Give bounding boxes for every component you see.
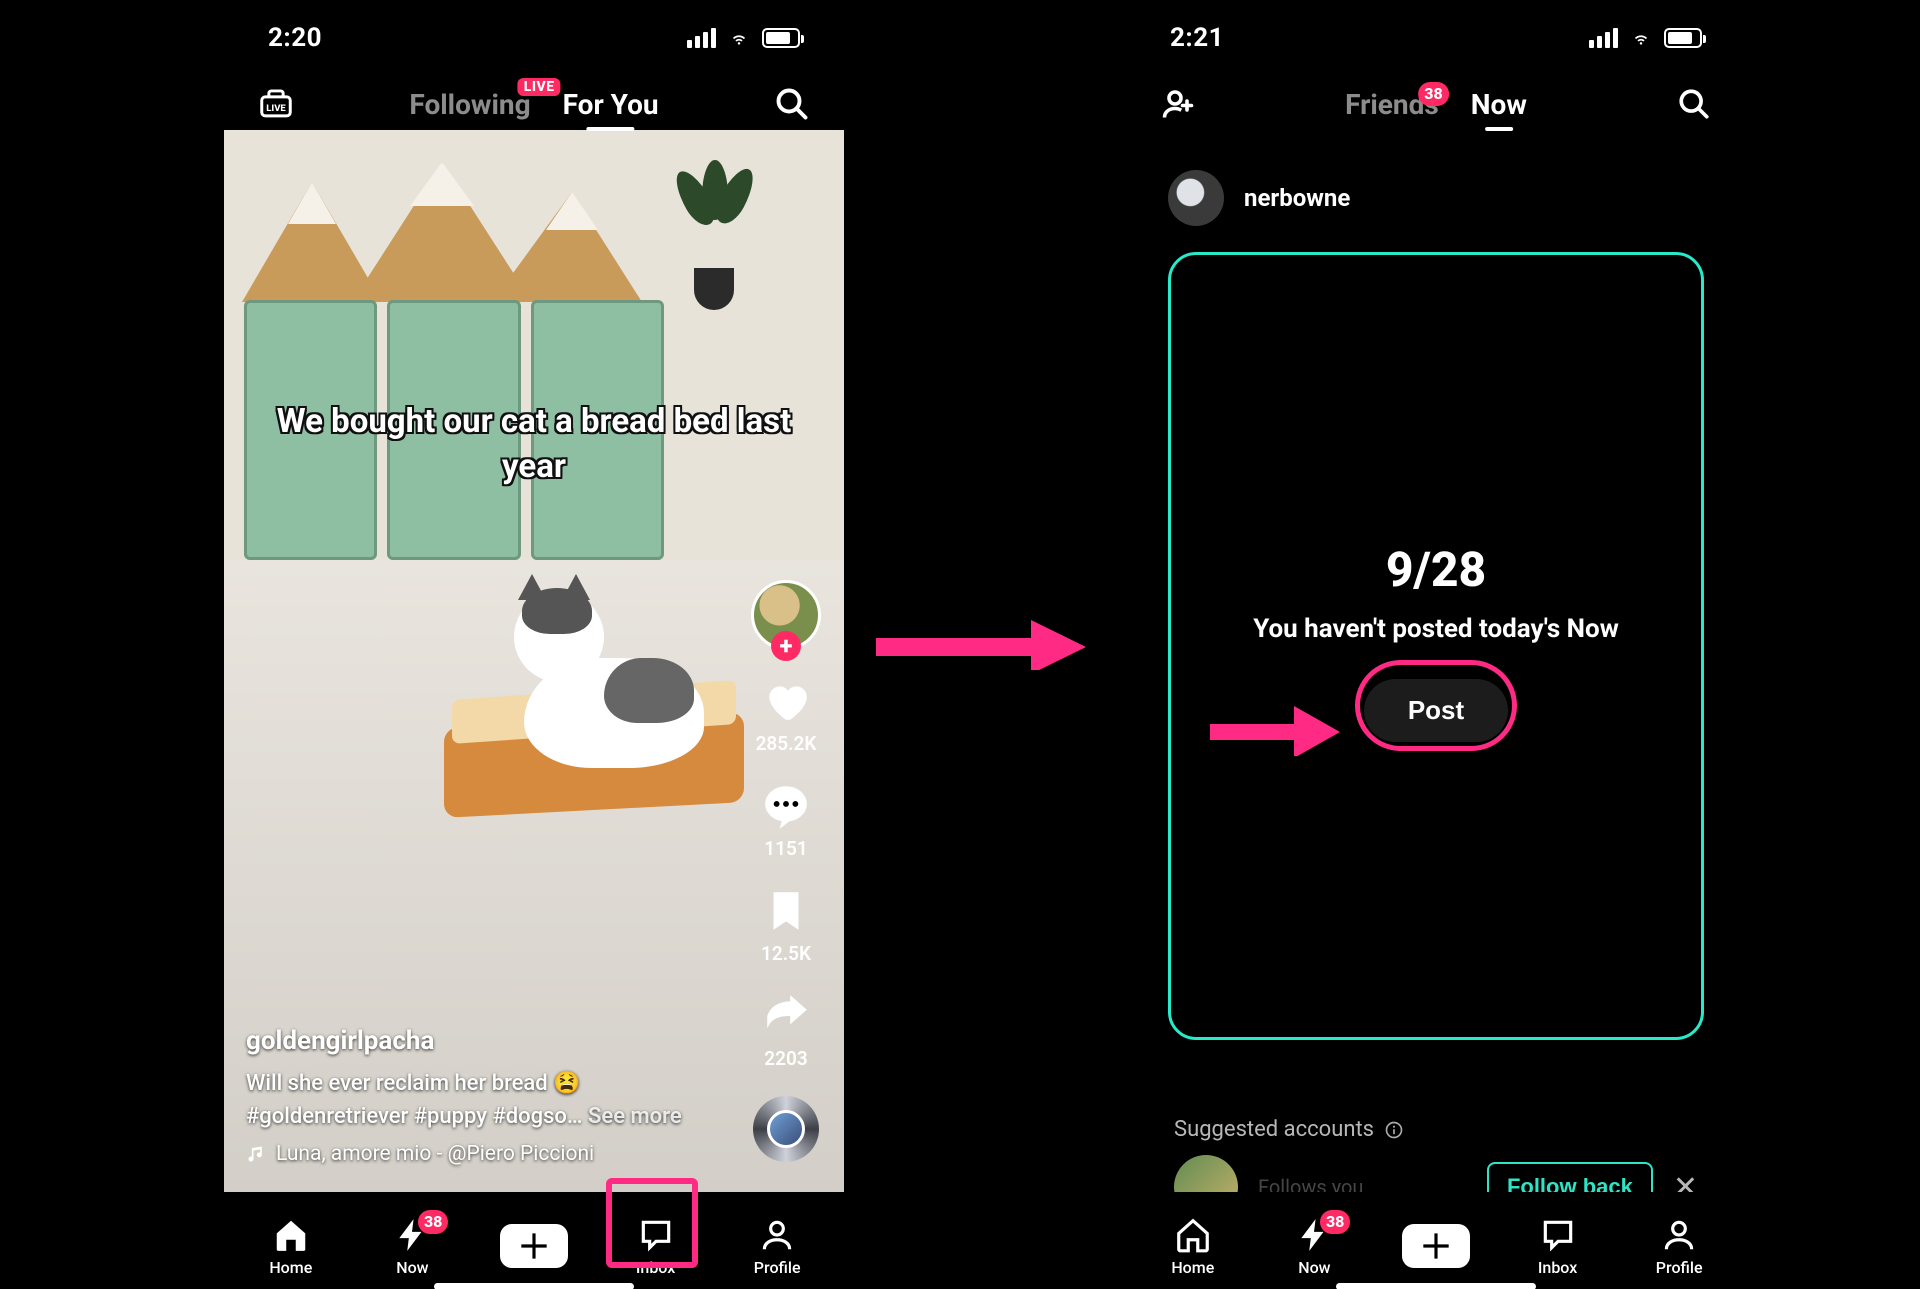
action-rail: + 285.2K 1151 12.5K 2203	[746, 580, 826, 1162]
tab-now[interactable]: Now	[1471, 88, 1527, 121]
battery-icon	[1664, 28, 1702, 48]
see-more-link[interactable]: See more	[588, 1104, 682, 1129]
inbox-icon	[1539, 1216, 1577, 1254]
share-button[interactable]: 2203	[761, 991, 811, 1070]
username: nerbowne	[1244, 184, 1350, 212]
live-badge: LIVE	[518, 78, 561, 96]
author-avatar[interactable]: +	[751, 580, 821, 650]
tab-following-label: Following	[409, 88, 530, 121]
annotation-arrow-post	[1210, 706, 1340, 756]
tab-friends[interactable]: Friends 38	[1345, 88, 1439, 121]
home-icon	[272, 1216, 310, 1254]
follow-plus-icon[interactable]: +	[771, 631, 801, 661]
video-meta: goldengirlpacha Will she ever reclaim he…	[246, 1022, 724, 1171]
live-icon[interactable]: LIVE	[254, 82, 298, 126]
save-count: 12.5K	[761, 942, 811, 965]
home-indicator	[1336, 1283, 1536, 1289]
tab-profile[interactable]: Profile	[737, 1216, 817, 1277]
bottom-tab-bar: Home 38 Now Inbox Profile	[224, 1192, 844, 1289]
wifi-icon	[1628, 28, 1654, 48]
profile-icon	[1660, 1216, 1698, 1254]
search-icon[interactable]	[770, 82, 814, 126]
status-bar: 2:20	[224, 18, 844, 58]
tab-inbox[interactable]: Inbox	[1518, 1216, 1598, 1277]
share-count: 2203	[764, 1047, 807, 1070]
suggested-accounts-label: Suggested accounts	[1174, 1117, 1698, 1142]
cat	[524, 608, 724, 768]
phone-left: We bought our cat a bread bed last year …	[224, 0, 844, 1289]
tab-foryou[interactable]: For You	[563, 88, 659, 121]
profile-icon	[758, 1216, 796, 1254]
now-badge: 38	[418, 1210, 448, 1234]
plus-icon	[1417, 1227, 1455, 1265]
bottom-tab-bar: Home 38 Now Inbox Profile	[1126, 1192, 1746, 1289]
wall-art	[240, 152, 644, 302]
cellular-icon	[687, 28, 716, 48]
video-caption[interactable]: Will she ever reclaim her bread 😫 #golde…	[246, 1067, 724, 1133]
home-icon	[1174, 1216, 1212, 1254]
create-button[interactable]	[1402, 1224, 1470, 1268]
top-nav: LIVE Following LIVE For You	[224, 74, 844, 134]
save-button[interactable]: 12.5K	[761, 886, 811, 965]
sound-disc[interactable]	[753, 1096, 819, 1162]
comment-count: 1151	[764, 837, 807, 860]
friends-badge: 38	[1418, 82, 1448, 106]
now-subtitle: You haven't posted today's Now	[1253, 614, 1619, 644]
now-date: 9/28	[1386, 541, 1486, 598]
tab-now[interactable]: 38 Now	[372, 1216, 452, 1277]
battery-icon	[762, 28, 800, 48]
tab-create[interactable]	[494, 1224, 574, 1268]
cellular-icon	[1589, 28, 1618, 48]
hanging-plant	[674, 160, 754, 310]
status-time: 2:21	[1170, 23, 1224, 53]
like-button[interactable]: 285.2K	[756, 676, 817, 755]
now-badge: 38	[1320, 1210, 1350, 1234]
phone-right: 2:21 Friends 38 Now	[1126, 0, 1746, 1289]
annotation-arrow-right	[876, 620, 1086, 670]
tab-following[interactable]: Following LIVE	[409, 88, 530, 121]
video-caption-overlay: We bought our cat a bread bed last year	[267, 400, 800, 489]
now-card: 9/28 You haven't posted today's Now Post	[1168, 252, 1704, 1040]
tab-home[interactable]: Home	[1153, 1216, 1233, 1277]
status-time: 2:20	[268, 23, 322, 53]
status-bar: 2:21	[1126, 18, 1746, 58]
author-username[interactable]: goldengirlpacha	[246, 1022, 724, 1061]
info-icon[interactable]	[1384, 1120, 1404, 1140]
inbox-icon	[637, 1216, 675, 1254]
tab-inbox[interactable]: Inbox	[616, 1216, 696, 1277]
svg-text:LIVE: LIVE	[266, 103, 286, 114]
wifi-icon	[726, 28, 752, 48]
create-button[interactable]	[500, 1224, 568, 1268]
tab-profile[interactable]: Profile	[1639, 1216, 1719, 1277]
user-avatar[interactable]	[1168, 170, 1224, 226]
tab-create[interactable]	[1396, 1224, 1476, 1268]
home-indicator	[434, 1283, 634, 1289]
highlight-post-button: Post	[1355, 660, 1517, 751]
tab-home[interactable]: Home	[251, 1216, 331, 1277]
plus-icon	[515, 1227, 553, 1265]
tab-now[interactable]: 38 Now	[1274, 1216, 1354, 1277]
add-friend-icon[interactable]	[1156, 82, 1200, 126]
music-row[interactable]: Luna, amore mio - @Piero Piccioni	[246, 1139, 724, 1171]
now-user-row[interactable]: nerbowne	[1168, 170, 1350, 226]
search-icon[interactable]	[1672, 82, 1716, 126]
like-count: 285.2K	[756, 732, 817, 755]
top-nav: Friends 38 Now	[1126, 74, 1746, 134]
comment-button[interactable]: 1151	[761, 781, 811, 860]
music-note-icon	[246, 1143, 266, 1165]
post-button[interactable]: Post	[1364, 679, 1508, 742]
